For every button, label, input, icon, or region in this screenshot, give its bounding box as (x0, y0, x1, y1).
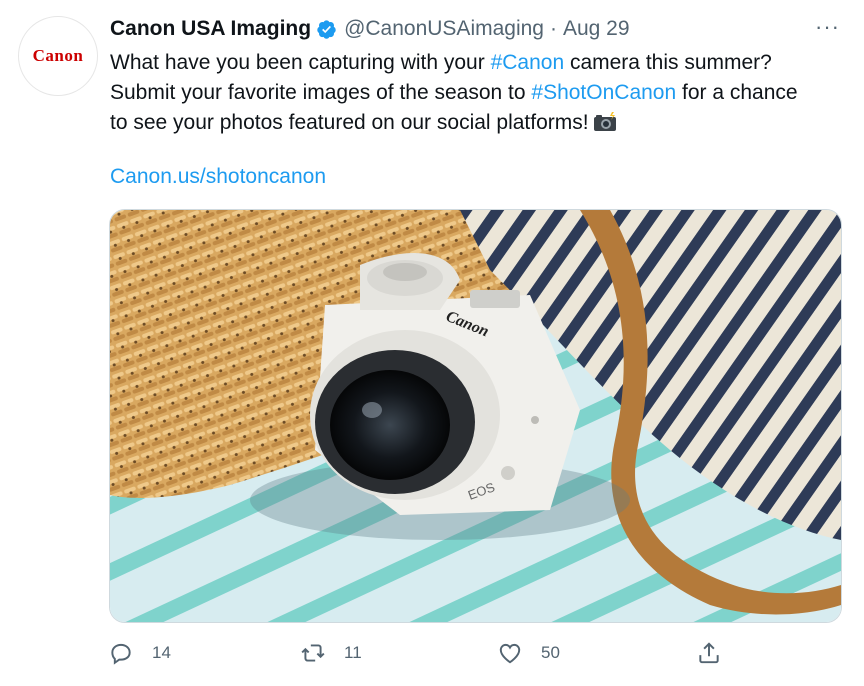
hashtag-shotoncanon[interactable]: #ShotOnCanon (531, 81, 676, 104)
tweet-line-3: to see your photos featured on our socia… (110, 108, 850, 138)
like-button[interactable]: 50 (497, 640, 560, 666)
tweet-line-2: Submit your favorite images of the seaso… (110, 81, 798, 104)
hashtag-canon[interactable]: #Canon (491, 51, 565, 74)
tweet-media-image[interactable]: Canon EOS (109, 209, 842, 623)
camera-photo: Canon EOS (110, 210, 841, 622)
heart-icon (499, 643, 521, 664)
retweet-icon (301, 644, 325, 662)
reply-button[interactable]: 14 (108, 640, 171, 666)
retweet-count: 11 (344, 643, 362, 662)
avatar[interactable]: Canon (18, 16, 98, 96)
like-count: 50 (541, 643, 560, 662)
tweet-actions: 14 11 50 (108, 640, 728, 674)
share-button[interactable] (696, 640, 722, 666)
tweet-date[interactable]: Aug 29 (563, 17, 630, 41)
tweet-header: Canon USA Imaging @CanonUSAimaging · Aug… (110, 17, 630, 41)
canon-logo: Canon (32, 46, 84, 65)
more-options-icon[interactable]: ··· (815, 14, 840, 40)
tweet-link[interactable]: Canon.us/shotoncanon (110, 165, 326, 189)
header-separator: · (549, 17, 557, 40)
verified-badge-icon (317, 19, 336, 39)
reply-count: 14 (152, 643, 171, 662)
reply-icon (111, 643, 131, 665)
tweet-line-1: What have you been capturing with your #… (110, 51, 772, 74)
camera-flash-emoji-icon (593, 112, 616, 131)
tweet-text: What have you been capturing with your #… (110, 48, 850, 138)
retweet-button[interactable]: 11 (300, 640, 362, 666)
author-handle[interactable]: @CanonUSAimaging (344, 17, 544, 41)
author-name[interactable]: Canon USA Imaging (110, 17, 311, 41)
share-icon (699, 642, 719, 664)
